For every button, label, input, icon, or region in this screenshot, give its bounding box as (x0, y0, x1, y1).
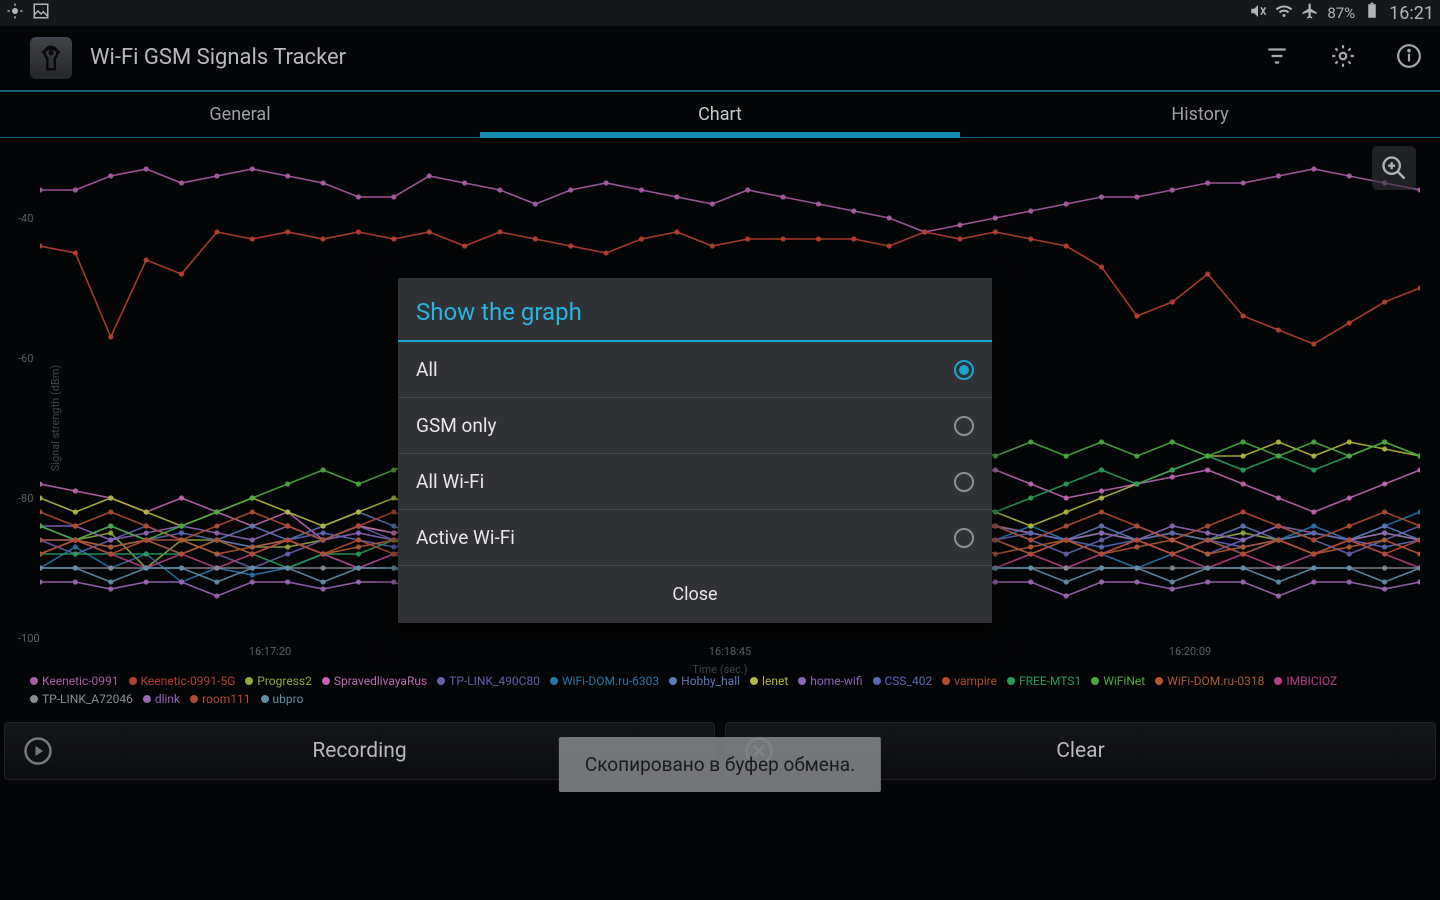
radio-icon (954, 360, 974, 380)
dialog-option-label: All (416, 358, 438, 381)
dialog-option-label: Active Wi-Fi (416, 526, 515, 549)
toast: Скопировано в буфер обмена. (559, 737, 881, 792)
dialog-option-label: All Wi-Fi (416, 470, 484, 493)
dialog-option-2[interactable]: All Wi-Fi (398, 454, 992, 510)
dialog-option-0[interactable]: All (398, 342, 992, 398)
dialog-title: Show the graph (398, 278, 992, 342)
dialog-close-button[interactable]: Close (398, 566, 992, 623)
dialog-show-graph: Show the graph All GSM only All Wi-Fi Activ… (398, 278, 992, 623)
radio-icon (954, 528, 974, 548)
dialog-option-3[interactable]: Active Wi-Fi (398, 510, 992, 566)
radio-icon (954, 472, 974, 492)
dialog-option-label: GSM only (416, 414, 496, 437)
dialog-option-1[interactable]: GSM only (398, 398, 992, 454)
radio-icon (954, 416, 974, 436)
